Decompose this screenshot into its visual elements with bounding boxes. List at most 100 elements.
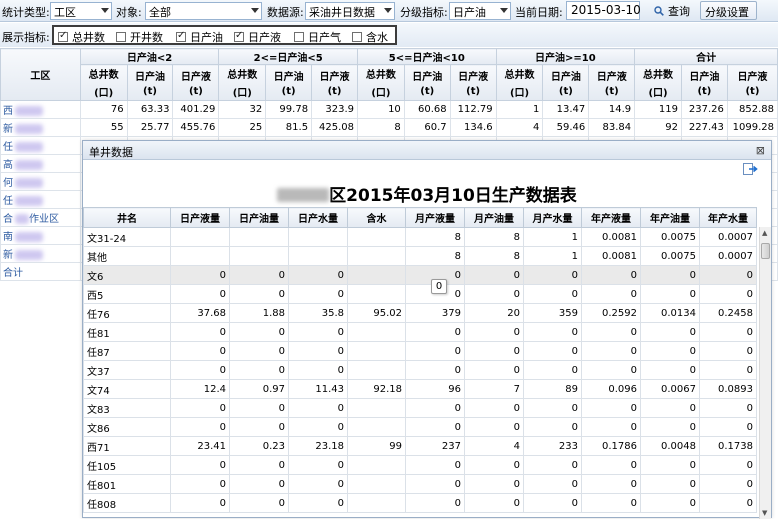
gongqu-name-cell[interactable]: 高 — [0, 154, 81, 173]
column-header[interactable]: 日产水量 — [288, 207, 348, 228]
table-row[interactable]: 西 76 63.33 401.29 32 99.78 323.9 10 60.68 112.79 1… — [0, 100, 778, 119]
table-row[interactable]: 文6 0 0 0 0 0 0 0 0 0 — [83, 265, 757, 285]
gongqu-name-cell[interactable]: 新 — [0, 118, 81, 137]
checkbox-icon — [234, 30, 244, 42]
table-cell: 0.0075 — [640, 246, 700, 266]
table-cell: 0.096 — [581, 379, 641, 399]
table-row[interactable]: 任801 0 0 0 0 0 0 0 0 0 — [83, 474, 757, 494]
checkbox-open-wells[interactable]: 开井数 — [116, 29, 163, 45]
table-cell: 1 — [523, 227, 582, 247]
table-cell: 32 — [218, 100, 267, 119]
gongqu-name-cell[interactable]: 任 — [0, 136, 81, 155]
sub-header-title: 总井数 — [643, 70, 674, 81]
table-cell: 8 — [464, 246, 524, 266]
table-row[interactable]: 任76 37.68 1.88 35.8 95.02 379 20 359 0.2592 0.013… — [83, 303, 757, 323]
query-button[interactable]: 查询 — [650, 1, 692, 20]
table-cell: 63.33 — [126, 100, 174, 119]
grade-settings-button[interactable]: 分级设置 — [700, 1, 757, 20]
column-header[interactable]: 日产液量 — [170, 207, 230, 228]
column-header[interactable]: 月产水量 — [523, 207, 582, 228]
gongqu-name-cell[interactable]: 合 作业区 — [0, 208, 81, 227]
checkbox-total-wells[interactable]: 总井数 — [58, 29, 105, 45]
table-row[interactable]: 其他 8 8 1 0.0081 0.0075 0.0007 — [83, 246, 757, 266]
stat-type-select[interactable]: 工区 — [50, 2, 112, 20]
table-row[interactable]: 文83 0 0 0 0 0 0 0 0 0 — [83, 398, 757, 418]
column-sub-header: 日产油 (t) — [403, 64, 451, 101]
date-input[interactable]: 2015-03-10 — [566, 1, 641, 20]
table-cell: 0 — [288, 417, 348, 437]
checkbox-daily-oil[interactable]: 日产油 — [176, 29, 223, 45]
table-cell: 119 — [634, 100, 682, 119]
table-row[interactable]: 任87 0 0 0 0 0 0 0 0 0 — [83, 341, 757, 361]
column-header[interactable]: 日产油量 — [229, 207, 289, 228]
table-row[interactable]: 任81 0 0 0 0 0 0 0 0 0 — [83, 322, 757, 342]
table-row[interactable]: 任105 0 0 0 0 0 0 0 0 0 — [83, 455, 757, 475]
table-cell: 0 — [523, 284, 582, 304]
checkbox-water-cut[interactable]: 含水 — [352, 29, 388, 45]
checkbox-daily-gas[interactable]: 日产气 — [294, 29, 341, 45]
table-cell: 0 — [405, 493, 465, 513]
table-row[interactable]: 西5 0 0 0 0 0 0 0 0 0 — [83, 284, 757, 304]
table-row[interactable]: 文74 12.4 0.97 11.43 92.18 96 7 89 0.096 0.0067 0.0… — [83, 379, 757, 399]
table-row[interactable]: 西71 23.41 0.23 23.18 99 237 4 233 0.1786 0.0048 0.… — [83, 436, 757, 456]
column-header[interactable]: 月产油量 — [464, 207, 524, 228]
gongqu-name-cell[interactable]: 西 — [0, 100, 81, 119]
table-row[interactable]: 文86 0 0 0 0 0 0 0 0 0 — [83, 417, 757, 437]
table-cell: 1.88 — [229, 303, 289, 323]
gongqu-name-cell[interactable]: 何 — [0, 172, 81, 191]
source-select[interactable]: 采油井日数据 — [305, 2, 395, 20]
table-cell — [347, 455, 406, 475]
table-cell: 0 — [464, 455, 524, 475]
scroll-down-icon[interactable]: ▼ — [762, 509, 767, 517]
table-cell: 0 — [523, 455, 582, 475]
gongqu-name-cell[interactable]: 合计 — [0, 262, 81, 281]
gongqu-name: 任 — [3, 196, 13, 207]
gongqu-name-cell[interactable]: 任 — [0, 190, 81, 209]
table-cell — [347, 398, 406, 418]
column-header[interactable]: 年产油量 — [640, 207, 700, 228]
table-cell: 0 — [640, 417, 700, 437]
object-select[interactable]: 全部 — [145, 2, 262, 20]
table-cell: 0.0007 — [699, 227, 757, 247]
table-cell: 0 — [581, 417, 641, 437]
redacted-name — [15, 250, 43, 260]
table-cell — [347, 417, 406, 437]
vertical-scrollbar[interactable]: ▲ ▼ — [759, 227, 771, 519]
table-cell — [347, 284, 406, 304]
column-group-header: 日产油>=10 — [495, 48, 636, 65]
chevron-down-icon — [251, 8, 259, 13]
gongqu-name-cell[interactable]: 新 — [0, 244, 81, 263]
table-cell: 0 — [170, 360, 230, 380]
gongqu-name-cell[interactable]: 南 — [0, 226, 81, 245]
close-icon[interactable]: ⊠ — [756, 144, 765, 157]
table-cell: 0 — [581, 455, 641, 475]
column-header[interactable]: 含水 — [347, 207, 406, 228]
scrollbar-thumb[interactable] — [761, 243, 770, 259]
column-header[interactable]: 井名 — [83, 207, 171, 228]
column-sub-header: 总井数 (口) — [495, 64, 544, 101]
search-icon — [654, 6, 664, 16]
table-row[interactable]: 文31-24 8 8 1 0.0081 0.0075 0.0007 — [83, 227, 757, 247]
column-header[interactable]: 年产水量 — [699, 207, 757, 228]
table-row[interactable]: 文37 0 0 0 0 0 0 0 0 0 — [83, 360, 757, 380]
well-name-cell: 西71 — [83, 436, 171, 456]
well-name-cell: 文86 — [83, 417, 171, 437]
column-header[interactable]: 月产液量 — [405, 207, 465, 228]
grade-select[interactable]: 日产油 — [449, 2, 511, 20]
table-cell — [229, 227, 289, 247]
table-cell: 0 — [581, 493, 641, 513]
well-name-cell: 任105 — [83, 455, 171, 475]
sub-header-title: 日产油 — [412, 72, 443, 83]
column-header[interactable]: 年产液量 — [581, 207, 641, 228]
checkbox-daily-liquid[interactable]: 日产液 — [234, 29, 281, 45]
sub-header-unit: (t) — [188, 86, 203, 97]
table-cell: 0 — [170, 265, 230, 285]
dialog-titlebar[interactable]: 单井数据 ⊠ — [83, 141, 771, 160]
export-icon[interactable] — [743, 163, 759, 175]
table-cell: 0 — [229, 417, 289, 437]
table-row[interactable]: 新 55 25.77 455.76 25 81.5 425.08 8 60.7 134.6 4 59.… — [0, 118, 778, 137]
scroll-up-icon[interactable]: ▲ — [762, 229, 767, 237]
table-cell: 99 — [347, 436, 406, 456]
table-row[interactable]: 任808 0 0 0 0 0 0 0 0 0 — [83, 493, 757, 513]
table-cell: 0 — [464, 284, 524, 304]
